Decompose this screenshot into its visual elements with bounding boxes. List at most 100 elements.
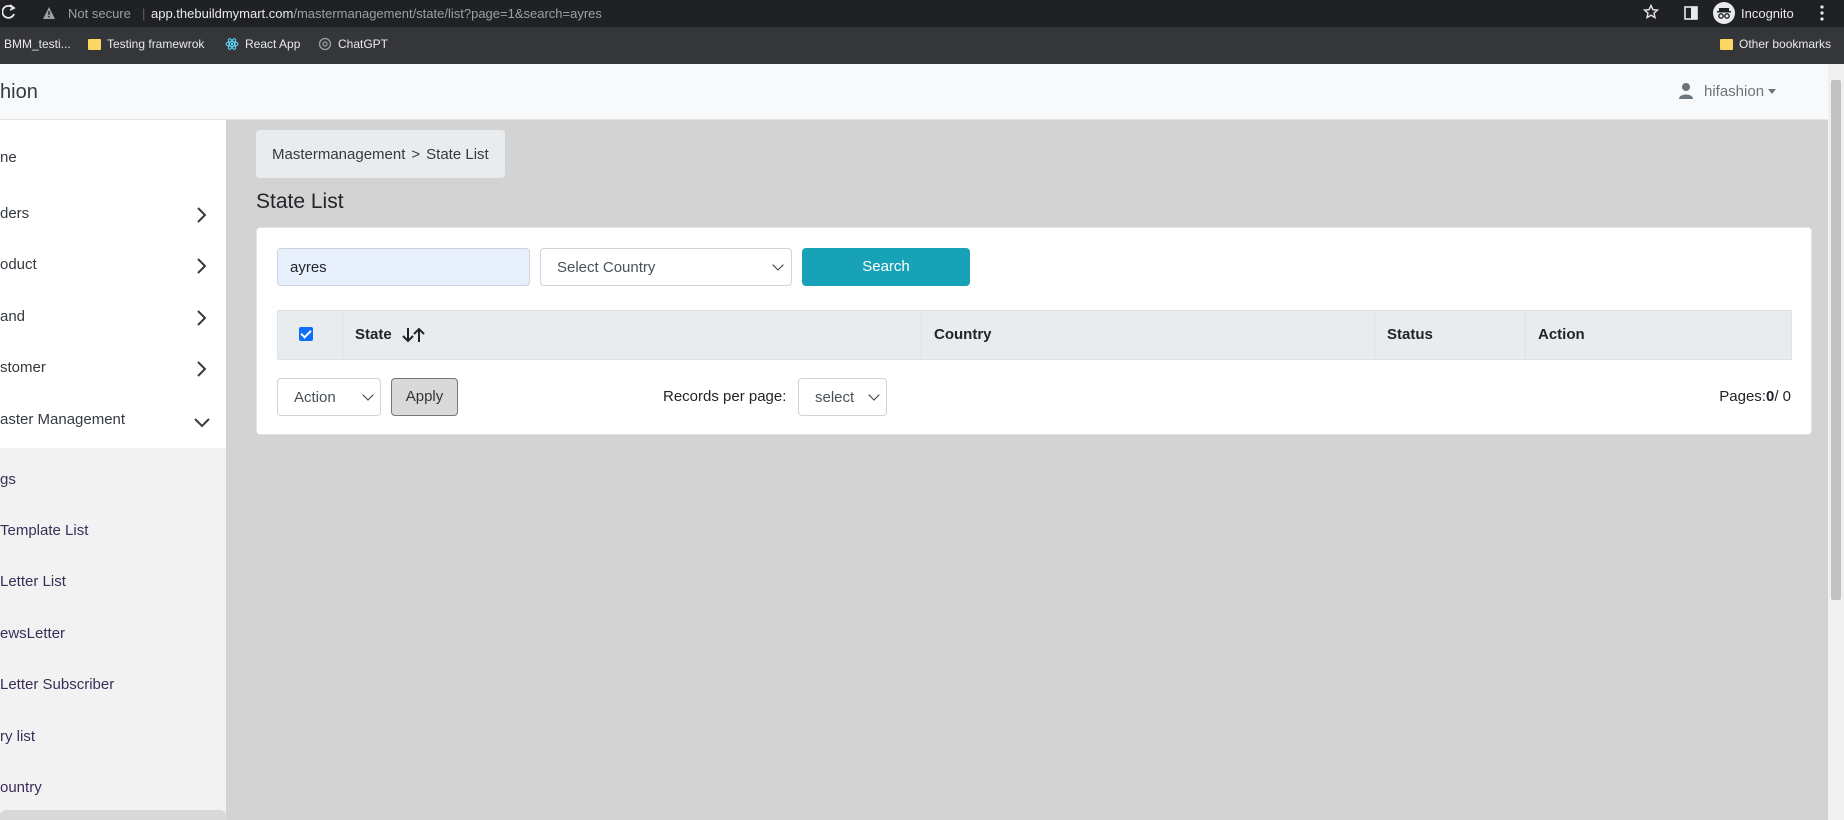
incognito-icon — [1713, 2, 1735, 24]
chatgpt-icon — [318, 37, 332, 51]
page-title: State List — [256, 190, 344, 213]
column-header-label: Country — [934, 326, 992, 343]
search-input[interactable] — [277, 248, 530, 286]
submenu-item-country[interactable]: ountry — [0, 770, 226, 806]
sidebar-item-label: oduct — [0, 256, 37, 273]
breadcrumb: Mastermanagement > State List — [256, 130, 505, 178]
column-header-label: Action — [1538, 326, 1585, 343]
sidebar-item-brand[interactable]: and — [0, 298, 226, 338]
bookmark-react-app[interactable]: React App — [225, 37, 300, 51]
column-status[interactable]: Status — [1375, 311, 1526, 359]
url-text[interactable]: app.thebuildmymart.com/mastermanagement/… — [151, 6, 602, 21]
side-panel-icon[interactable] — [1684, 6, 1698, 20]
bulk-action-select[interactable]: Action — [277, 378, 381, 416]
apply-button[interactable]: Apply — [391, 378, 458, 416]
sidebar-item-home[interactable]: ne — [0, 139, 226, 179]
submenu-item-letter-list[interactable]: Letter List — [0, 564, 226, 600]
sidebar-item-product[interactable]: oduct — [0, 246, 226, 286]
search-button[interactable]: Search — [802, 248, 970, 286]
page-scrollbar[interactable] — [1828, 64, 1844, 820]
bookmark-star-icon[interactable] — [1643, 4, 1659, 20]
submenu-item-template-list[interactable]: Template List — [0, 513, 226, 549]
react-icon — [225, 38, 239, 50]
column-header-label: Status — [1387, 326, 1433, 343]
chevron-down-icon — [362, 389, 374, 401]
column-country[interactable]: Country — [922, 311, 1375, 359]
column-state[interactable]: State — [343, 311, 922, 359]
not-secure-label: Not secure — [68, 6, 131, 21]
submenu-item-newsletter[interactable]: ewsLetter — [0, 616, 226, 652]
submenu-label: ry list — [0, 728, 35, 745]
bookmark-testing-framework[interactable]: Testing framewrok — [88, 37, 204, 51]
sidebar-item-label: stomer — [0, 359, 46, 376]
state-list-card: Select Country Search State Country Stat… — [256, 227, 1812, 435]
breadcrumb-current: State List — [426, 145, 489, 163]
country-select[interactable]: Select Country — [540, 248, 792, 286]
bookmark-chatgpt[interactable]: ChatGPT — [318, 37, 388, 51]
submenu-label: Letter List — [0, 573, 66, 590]
column-action[interactable]: Action — [1526, 311, 1791, 359]
caret-down-icon — [1768, 88, 1777, 94]
breadcrumb-separator: > — [411, 145, 421, 163]
sidebar-item-label: ne — [0, 149, 17, 166]
chevron-right-icon — [197, 258, 207, 274]
submenu-label: ountry — [0, 779, 42, 796]
pages-label: Pages: — [1719, 388, 1766, 405]
bookmark-other[interactable]: Other bookmarks — [1720, 37, 1831, 51]
bookmark-label: Other bookmarks — [1739, 37, 1832, 51]
records-per-page-value: select — [815, 389, 855, 406]
submenu-item-settings[interactable]: gs — [0, 462, 226, 498]
sort-icon[interactable] — [401, 325, 427, 345]
user-menu[interactable]: hifashion — [1678, 82, 1777, 100]
folder-icon — [88, 38, 101, 50]
chevron-right-icon — [197, 207, 207, 223]
master-management-submenu: gs Template List Letter List ewsLetter L… — [0, 448, 226, 820]
bookmark-label: Testing framewrok — [107, 37, 205, 51]
column-header-label: State — [355, 326, 392, 343]
chevron-down-icon — [868, 389, 880, 401]
chevron-down-icon — [194, 418, 210, 428]
warning-icon[interactable] — [42, 6, 56, 20]
submenu-item-state-active[interactable] — [0, 810, 226, 820]
bookmark-label: React App — [245, 37, 301, 51]
pagination-info: Pages:0/ 0 — [1719, 388, 1791, 405]
select-all-cell — [278, 311, 343, 359]
submenu-label: Letter Subscriber — [0, 676, 115, 693]
bookmark-bmm-testing[interactable]: BMM_testi... — [4, 37, 71, 51]
submenu-label: Template List — [0, 522, 89, 539]
chevron-down-icon — [772, 259, 784, 271]
main-content: Mastermanagement > State List State List… — [241, 120, 1828, 820]
incognito-label: Incognito — [1741, 5, 1794, 21]
browser-menu-icon[interactable] — [1820, 5, 1824, 21]
select-all-checkbox[interactable] — [299, 327, 313, 341]
folder-icon — [1720, 38, 1733, 50]
sidebar-item-label: aster Management — [0, 411, 126, 428]
address-bar[interactable]: Not secure | app.thebuildmymart.com/mast… — [30, 1, 1670, 26]
sidebar-item-customer[interactable]: stomer — [0, 349, 226, 389]
brand-name[interactable]: hion — [0, 81, 38, 104]
user-icon — [1679, 83, 1693, 99]
bulk-action-value: Action — [294, 389, 336, 406]
incognito-indicator[interactable]: Incognito — [1713, 2, 1794, 24]
country-select-value: Select Country — [557, 259, 656, 276]
records-per-page-select[interactable]: select — [798, 378, 887, 416]
breadcrumb-parent[interactable]: Mastermanagement — [272, 146, 405, 163]
username: hifashion — [1704, 82, 1765, 100]
submenu-label: gs — [0, 471, 16, 488]
bookmark-label: ChatGPT — [338, 37, 389, 51]
sidebar: ne ders oduct and stomer aster Managemen… — [0, 120, 226, 820]
scrollbar-thumb[interactable] — [1831, 80, 1841, 600]
sidebar-item-master-management[interactable]: aster Management — [0, 401, 226, 441]
sidebar-item-label: and — [0, 308, 26, 325]
bookmarks-bar: BMM_testi... Testing framewrok React App… — [0, 27, 1844, 64]
reload-icon[interactable] — [2, 4, 16, 20]
app-header: hion hifashion — [0, 64, 1828, 120]
chevron-right-icon — [197, 361, 207, 377]
sidebar-item-orders[interactable]: ders — [0, 195, 226, 235]
submenu-item-category-list[interactable]: ry list — [0, 719, 226, 755]
bookmark-label: BMM_testi... — [4, 37, 71, 51]
state-table-header: State Country Status Action — [277, 310, 1792, 360]
sidebar-item-label: ders — [0, 205, 30, 222]
submenu-item-letter-subscriber[interactable]: Letter Subscriber — [0, 667, 226, 703]
total-pages: / 0 — [1774, 388, 1791, 405]
